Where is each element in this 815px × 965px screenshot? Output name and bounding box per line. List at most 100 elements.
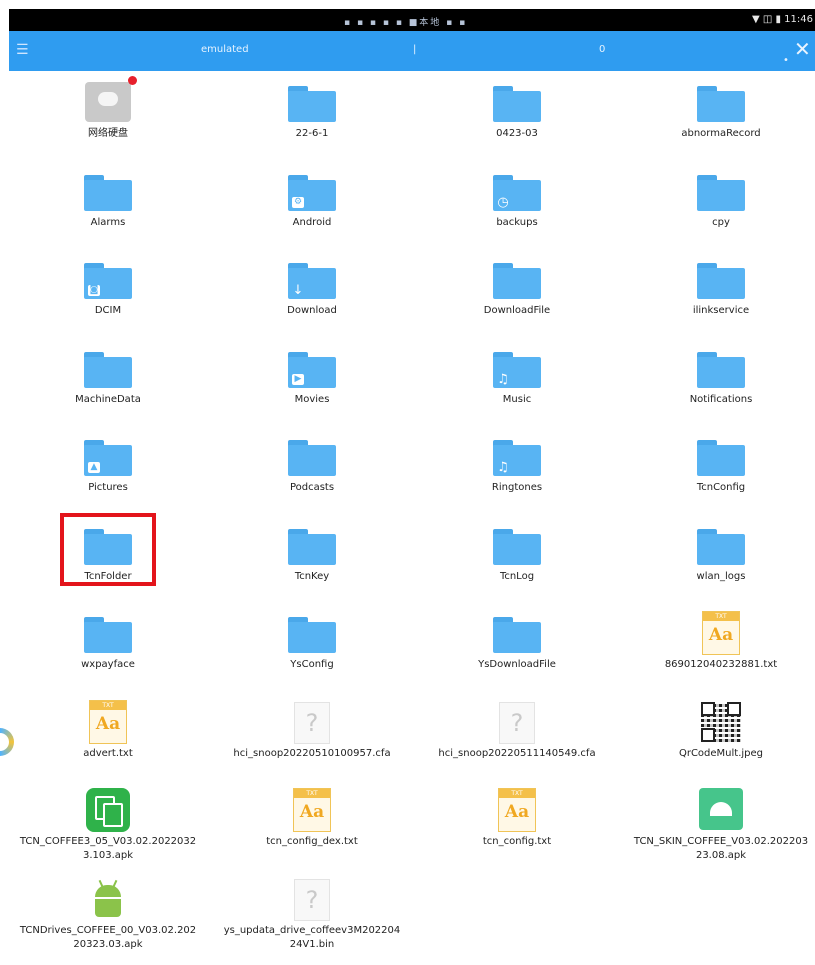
file-item[interactable]: TcnLog [417,523,617,609]
file-name: Pictures [88,482,128,493]
file-item[interactable]: TXT Aa 869012040232881.txt [621,611,815,697]
file-item[interactable]: cpy [621,169,815,255]
file-name: TcnConfig [696,482,746,493]
file-name: Alarms [90,216,126,228]
file-item[interactable]: YsDownloadFile [417,611,617,697]
file-name: advert.txt [83,747,133,759]
file-name: Android [292,216,332,228]
file-item[interactable]: Podcasts [212,434,412,520]
folder-icon [84,351,132,388]
file-name: backups [496,216,538,228]
file-item[interactable]: wxpayface [8,611,208,697]
file-name: Movies [294,393,330,405]
file-item[interactable]: TXT Aa tcn_config_dex.txt [212,788,412,874]
file-item[interactable]: YsConfig [212,611,412,697]
file-item[interactable]: ↓ Download [212,257,412,343]
file-item[interactable]: Alarms [8,169,208,255]
current-path[interactable]: emulated [201,44,249,55]
file-item[interactable]: 网络硬盘 [8,76,208,166]
file-name: hci_snoop20220511140549.cfa [438,747,596,759]
play-icon: ▶ [292,373,304,385]
clock: 11:46 [784,14,813,25]
file-name: YsConfig [290,659,334,670]
folder-icon: ↓ [288,263,336,299]
folder-icon [288,440,336,476]
file-item[interactable]: ♫ Ringtones [417,434,617,520]
folder-icon [697,174,745,211]
file-item[interactable]: ◙ DCIM [8,257,208,343]
path-separator: | [413,44,417,55]
notification-dot-icon [128,76,137,85]
folder-icon [697,86,745,122]
file-name: cpy [712,216,730,228]
file-item[interactable]: ▶ Movies [212,346,412,432]
unknown-file-icon: ? [294,701,330,744]
file-item[interactable]: ⚙ Android [212,169,412,255]
file-item[interactable]: ▲ Pictures [8,434,208,520]
file-item[interactable]: ? ys_updata_drive_coffeev3M202204 24V1.bi… [212,877,412,963]
file-name: wxpayface [81,659,135,670]
file-item[interactable]: ilinkservice [621,257,815,343]
folder-icon [493,263,541,299]
file-name: tcn_config.txt [482,836,552,847]
menu-icon[interactable]: ☰ [16,43,29,57]
file-name: YsDownloadFile [478,659,556,670]
image-icon: ▲ [88,462,100,473]
file-item[interactable]: TXT Aa tcn_config.txt [417,788,617,874]
app-package-icon [86,788,130,832]
file-item[interactable]: Notifications [621,346,815,432]
file-item[interactable]: MachineData [8,346,208,432]
file-item[interactable]: TcnConfig [621,434,815,520]
file-name: TcnLog [499,570,535,582]
folder-icon [84,174,132,211]
file-name: abnormaRecord [681,128,761,139]
file-name: wlan_logs [696,570,746,582]
file-name: QrCodeMult.jpeg [678,747,764,759]
folder-icon [697,528,745,565]
file-name: TCN_COFFEE3_05_V03.02.2022032 3.103.apk [19,836,197,861]
file-item[interactable]: TXT Aa advert.txt [8,699,208,786]
file-item[interactable]: TcnKey [212,523,412,609]
file-name: ilinkservice [692,305,750,316]
file-name: hci_snoop20220510100957.cfa [233,747,391,759]
text-file-icon: TXT Aa [89,699,127,744]
close-icon[interactable]: ✕ [794,39,811,59]
highlight-box [60,513,156,586]
file-name: DownloadFile [483,305,551,316]
cloud-drive-icon [85,76,137,122]
folder-icon [697,263,745,299]
music-note-icon: ♫ [497,460,509,475]
file-item[interactable]: ? hci_snoop20220510100957.cfa [212,700,412,786]
android-app-icon [699,788,743,830]
folder-icon [697,351,745,388]
file-name: tcn_config_dex.txt [266,836,358,847]
overflow-dot-icon: • [783,55,789,66]
text-file-icon: TXT Aa [293,788,331,832]
folder-icon [288,86,336,122]
music-note-icon: ♫ [497,371,509,387]
file-item[interactable]: ? hci_snoop20220511140549.cfa [417,700,617,786]
file-name: Ringtones [491,482,543,493]
file-name: DCIM [94,305,122,316]
file-item[interactable]: TCNDrives_COFFEE_00_V03.02.202 20323.03.… [8,877,208,963]
file-item[interactable]: TCN_COFFEE3_05_V03.02.2022032 3.103.apk [8,788,208,874]
folder-icon [288,528,336,565]
unknown-file-icon: ? [294,878,330,921]
status-bar-notifications: ▪ ▪ ▪ ▪ ▪ ■本地 ▪ ▪ [344,18,468,28]
file-item[interactable]: DownloadFile [417,257,617,343]
file-item[interactable]: ◷ backups [417,169,617,255]
file-item[interactable]: wlan_logs [621,523,815,609]
file-item[interactable]: QrCodeMult.jpeg [621,700,815,786]
folder-icon [493,528,541,565]
status-bar: ▪ ▪ ▪ ▪ ▪ ■本地 ▪ ▪ ▼ ◫ ▮ 11:46 [9,9,815,31]
file-item[interactable]: 0423-03 [417,80,617,166]
file-item[interactable]: TCN_SKIN_COFFEE_V03.02.202203 23.08.apk [621,788,815,874]
file-item[interactable]: abnormaRecord [621,80,815,166]
status-bar-right: ▼ ◫ ▮ 11:46 [752,14,813,25]
android-icon [86,879,130,919]
folder-icon: ♫ [493,440,541,476]
file-name: ys_updata_drive_coffeev3M202204 24V1.bin [223,924,401,950]
file-item[interactable]: 22-6-1 [212,80,412,166]
file-item[interactable]: ♫ Music [417,346,617,432]
selected-count: 0 [599,44,606,55]
